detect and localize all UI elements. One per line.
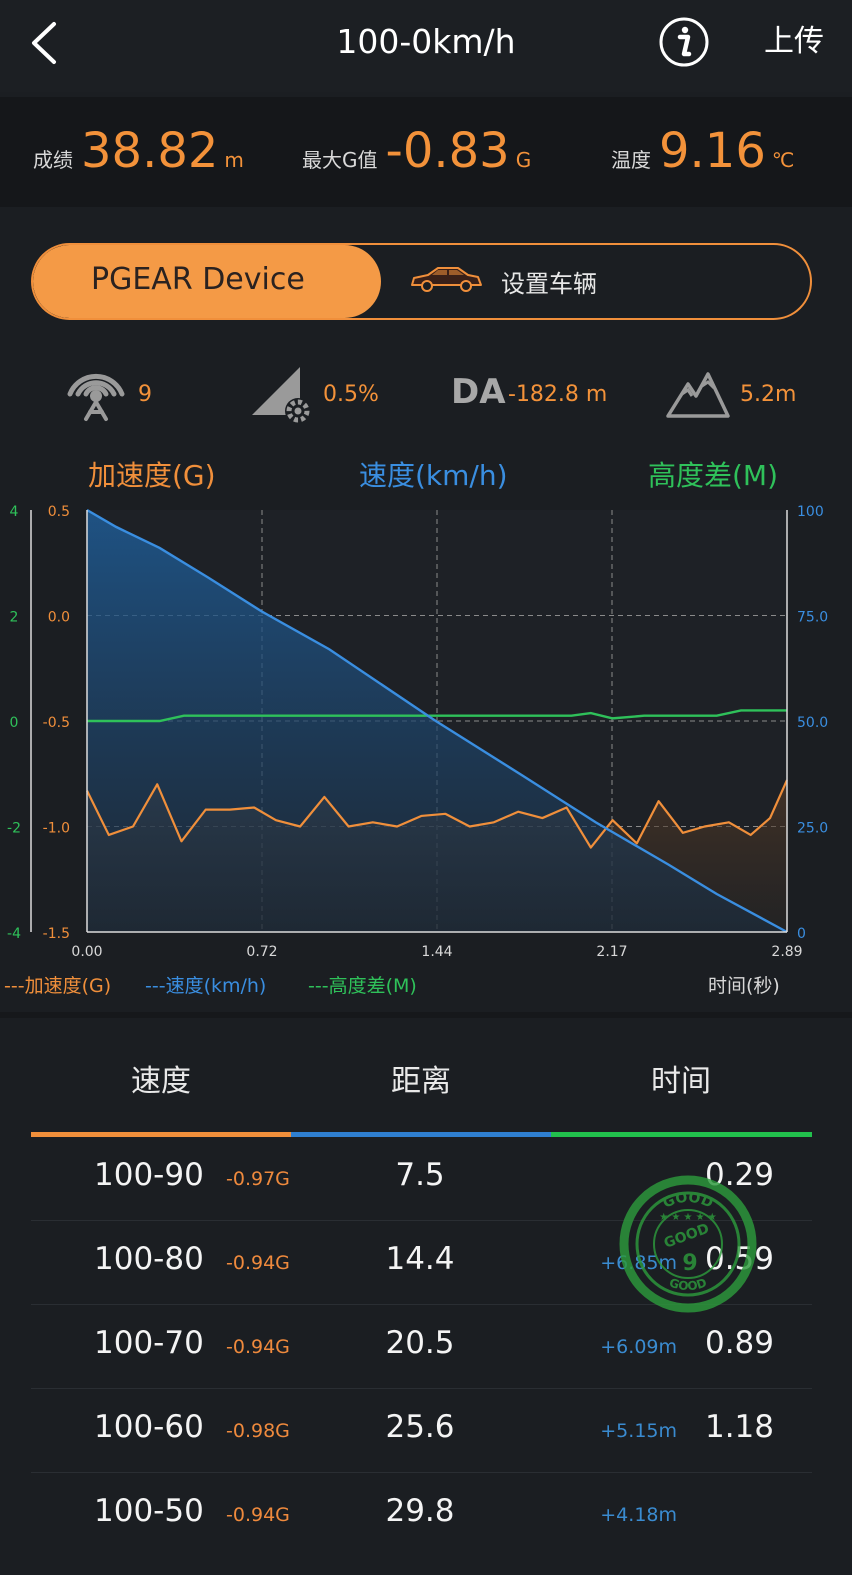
set-vehicle-tab[interactable]: 设置车辆	[501, 264, 597, 299]
table-row[interactable]: 100-50 -0.94G 29.8 +4.18m	[0, 1473, 852, 1557]
height-tick-label: 0	[10, 715, 19, 731]
stat-temperature-value: 9.16	[659, 123, 766, 179]
row-distance-delta: +5.15m	[600, 1420, 677, 1442]
row-speed-range: 100-60	[94, 1409, 204, 1445]
slope-settings-icon	[252, 367, 311, 424]
row-time: 0.29	[704, 1157, 774, 1193]
table-row[interactable]: 100-80 -0.94G 14.4 +6.85m 0.59	[0, 1221, 852, 1305]
accel-tick-label: -1.5	[43, 926, 70, 942]
row-speed-range: 100-90	[94, 1157, 204, 1193]
speed-tick-label: 50.0	[797, 715, 828, 731]
height-tick-label: -4	[7, 926, 21, 942]
row-distance-delta: +6.09m	[600, 1336, 677, 1358]
x-tick-label: 1.44	[421, 944, 452, 960]
table-row[interactable]: 100-60 -0.98G 25.6 +5.15m 1.18	[0, 1389, 852, 1473]
row-time: 1.18	[704, 1409, 774, 1445]
row-distance: 25.6	[385, 1409, 455, 1445]
speed-tick-label: 25.0	[797, 821, 828, 837]
row-speed-range: 100-80	[94, 1241, 204, 1277]
row-distance: 20.5	[385, 1325, 455, 1361]
row-time: 0.59	[704, 1241, 774, 1277]
row-distance-delta: +4.18m	[600, 1504, 677, 1526]
device-vehicle-toggle: PGEAR Device 设置车辆	[31, 243, 812, 320]
stat-result-value: 38.82	[81, 123, 219, 179]
stat-temperature: 温度 9.16 ℃	[611, 121, 794, 181]
speed-tick-label: 75.0	[797, 610, 828, 626]
speed-tick-label: 100	[797, 504, 824, 520]
row-distance: 29.8	[385, 1493, 455, 1529]
mountain-altitude-icon	[666, 372, 730, 418]
speed-tick-label: 0	[797, 926, 806, 942]
row-time: 0.89	[704, 1325, 774, 1361]
stat-max-g-label: 最大G值	[302, 148, 378, 172]
x-tick-label: 0.72	[246, 944, 277, 960]
row-distance: 14.4	[385, 1241, 455, 1277]
row-g-value: -0.94G	[226, 1504, 290, 1526]
x-tick-label: 2.17	[596, 944, 627, 960]
density-altitude-value: -182.8 m	[508, 382, 608, 407]
chevron-left-icon	[32, 22, 56, 64]
device-tab-label: PGEAR Device	[91, 262, 305, 297]
upload-button[interactable]: 上传	[764, 20, 824, 64]
height-tick-label: 4	[10, 504, 19, 520]
speed-axis-title: 速度(km/h)	[359, 459, 508, 492]
stat-max-g: 最大G值 -0.83 G	[302, 121, 531, 181]
row-speed-range: 100-70	[94, 1325, 204, 1361]
row-g-value: -0.98G	[226, 1420, 290, 1442]
page-title: 100-0km/h	[336, 22, 516, 61]
table-header-time: 时间	[651, 1064, 711, 1099]
row-speed-range: 100-50	[94, 1493, 204, 1529]
row-distance-delta: +6.85m	[600, 1252, 677, 1274]
stat-result: 成绩 38.82 m	[33, 121, 244, 181]
row-g-value: -0.94G	[226, 1252, 290, 1274]
table-row[interactable]: 100-70 -0.94G 20.5 +6.09m 0.89	[0, 1305, 852, 1389]
stat-temperature-label: 温度	[611, 148, 651, 172]
device-tab[interactable]: PGEAR Device	[33, 245, 381, 318]
stat-max-g-unit: G	[515, 148, 532, 172]
table-header-distance: 距离	[391, 1064, 451, 1099]
accel-axis-title: 加速度(G)	[88, 459, 216, 492]
satellite-count: 9	[138, 382, 152, 407]
density-altitude-label: DA	[451, 372, 506, 412]
accel-tick-label: 0.5	[48, 504, 70, 520]
legend-accel: ---加速度(G)	[4, 975, 112, 997]
info-button[interactable]	[658, 16, 710, 68]
legend-speed: ---速度(km/h)	[145, 975, 267, 997]
slope-percent: 0.5%	[323, 382, 379, 407]
stat-result-unit: m	[224, 148, 244, 172]
height-tick-label: -2	[7, 821, 21, 837]
table-header-speed: 速度	[131, 1064, 191, 1099]
altitude-value: 5.2m	[740, 382, 797, 407]
x-tick-label: 0.00	[71, 944, 102, 960]
back-button[interactable]	[26, 20, 66, 66]
stat-max-g-value: -0.83	[385, 123, 510, 179]
accel-tick-label: -0.5	[43, 715, 70, 731]
car-icon	[411, 267, 482, 292]
accel-tick-label: 0.0	[48, 610, 70, 626]
row-distance: 7.5	[395, 1157, 445, 1193]
x-axis-title: 时间(秒)	[708, 975, 780, 997]
stat-temperature-unit: ℃	[771, 148, 795, 172]
legend-height: ---高度差(M)	[308, 975, 417, 997]
top-bar: 100-0km/h 上传	[0, 0, 852, 92]
height-axis-title: 高度差(M)	[648, 459, 779, 492]
table-row[interactable]: 100-90 -0.97G 7.5 0.29	[0, 1137, 852, 1221]
x-tick-label: 2.89	[771, 944, 802, 960]
speed-accel-height-chart: 0.5 4 100 0.0 2 75.0 -0.5 0 50.0 -1.0 -2 25.0 -1.5 -4…	[7, 504, 828, 960]
row-g-value: -0.97G	[226, 1168, 290, 1190]
info-icon	[659, 17, 709, 67]
row-g-value: -0.94G	[226, 1336, 290, 1358]
height-tick-label: 2	[10, 610, 19, 626]
accel-tick-label: -1.0	[43, 821, 70, 837]
satellite-signal-icon	[67, 373, 125, 421]
section-divider	[0, 1012, 852, 1018]
stat-result-label: 成绩	[33, 148, 73, 172]
result-stats-bar: 成绩 38.82 m 最大G值 -0.83 G 温度 9.16 ℃	[0, 97, 852, 207]
